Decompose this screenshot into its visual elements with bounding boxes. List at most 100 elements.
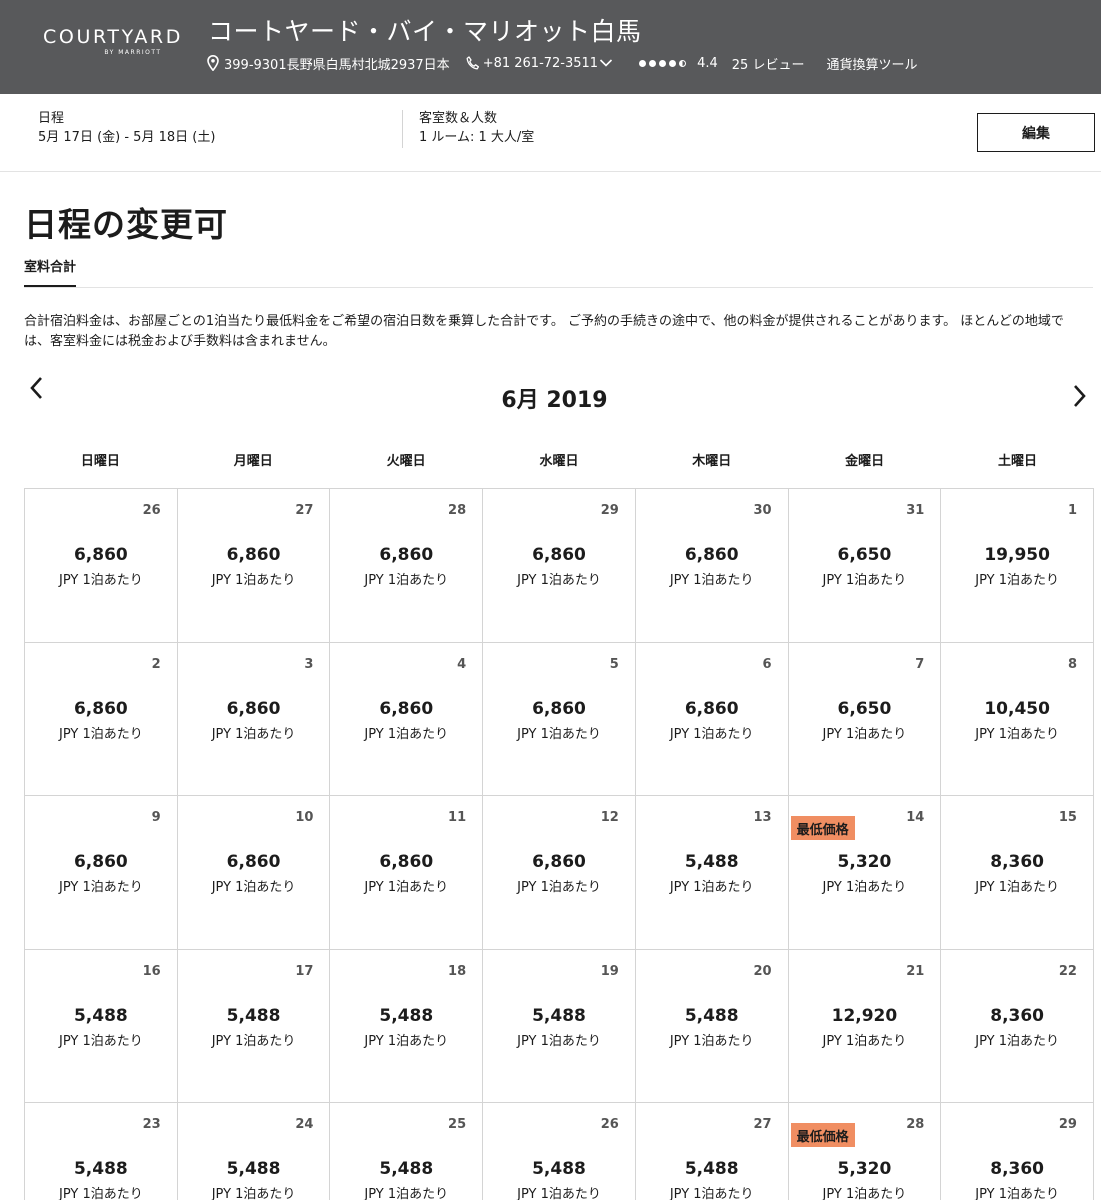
day-number: 12 (600, 810, 619, 826)
price-unit-label: JPY 1泊あたり (517, 1187, 601, 1200)
rating-value: 4.4 (697, 55, 718, 71)
day-number: 21 (906, 963, 925, 979)
day-number: 27 (295, 503, 314, 518)
price-unit-label: JPY 1泊あたり (822, 573, 907, 588)
day-number: 19 (600, 963, 619, 979)
price-unit-label: JPY 1泊あたり (58, 573, 143, 588)
calendar-day-cell[interactable]: 10 6,860 JPY 1泊あたり (177, 796, 331, 950)
calendar-day-cell[interactable]: 17 5,488 JPY 1泊あたり (177, 949, 331, 1104)
edit-button[interactable]: 編集 (977, 113, 1095, 152)
search-summary: 日程 5月 17日 (金) - 5月 18日 (土) 客室数＆人数 1 ルーム:… (0, 94, 1101, 172)
tab-underline (24, 287, 1093, 288)
nightly-price: 12,920 (831, 1005, 898, 1026)
calendar-day-cell[interactable]: 12 6,860 JPY 1泊あたり (483, 796, 636, 950)
month-title: 6月 2019 (501, 388, 608, 413)
calendar-day-cell[interactable]: 18 5,488 JPY 1泊あたり (330, 949, 484, 1104)
nightly-price: 6,860 (379, 545, 434, 565)
calendar-day-cell[interactable]: 29 8,360 JPY 1泊あたり (941, 1103, 1094, 1200)
guests-label: 客室数＆人数 (419, 111, 498, 126)
rating-half-dot-icon (679, 59, 687, 67)
price-unit-label: JPY 1泊あたり (975, 573, 1059, 588)
price-unit-label: JPY 1泊あたり (58, 1033, 143, 1049)
calendar-day-cell[interactable]: 27 5,488 JPY 1泊あたり (635, 1103, 789, 1200)
calendar-day-cell[interactable]: 5 6,860 JPY 1泊あたり (483, 642, 636, 797)
calendar-day-cell[interactable]: 23 5,488 JPY 1泊あたり (25, 1103, 178, 1200)
calendar-day-cell[interactable]: 11 6,860 JPY 1泊あたり (330, 796, 484, 950)
price-unit-label: JPY 1泊あたり (211, 1187, 296, 1200)
currency-converter-link[interactable]: 通貨換算ツール (826, 54, 917, 73)
calendar-day-cell[interactable]: 6 6,860 JPY 1泊あたり (635, 642, 789, 797)
price-unit-label: JPY 1泊あたり (822, 1187, 907, 1200)
day-number: 3 (304, 656, 314, 672)
chevron-down-icon[interactable] (599, 58, 613, 68)
nightly-price: 5,488 (226, 1159, 281, 1180)
day-number: 10 (295, 810, 314, 826)
hotel-address[interactable]: 399-9301長野県白馬村北城2937日本 (224, 54, 450, 73)
nightly-price: 5,488 (684, 1005, 739, 1026)
next-month-button[interactable] (1067, 380, 1093, 412)
calendar-day-cell[interactable]: 8 10,450 JPY 1泊あたり (941, 642, 1094, 797)
calendar-day-cell[interactable]: 30 6,860 JPY 1泊あたり (635, 489, 789, 643)
calendar-day-cell[interactable]: 29 6,860 JPY 1泊あたり (483, 489, 636, 643)
nightly-price: 8,360 (990, 852, 1045, 873)
price-unit-label: JPY 1泊あたり (364, 573, 449, 588)
tab-total-room-rate[interactable]: 室料合計 (24, 256, 77, 287)
calendar-day-cell[interactable]: 22 8,360 JPY 1泊あたり (941, 949, 1094, 1104)
calendar-day-cell[interactable]: 20 5,488 JPY 1泊あたり (635, 949, 789, 1104)
guests-value: 1 ルーム: 1 大人/室 (419, 130, 535, 145)
calendar-day-cell[interactable]: 26 5,488 JPY 1泊あたり (483, 1103, 636, 1200)
calendar-day-cell[interactable]: 最低価格 28 5,320 JPY 1泊あたり (788, 1103, 942, 1200)
price-unit-label: JPY 1泊あたり (211, 1033, 296, 1049)
weekday-thursday: 木曜日 (692, 454, 732, 469)
price-unit-label: JPY 1泊あたり (975, 1187, 1059, 1200)
calendar-day-cell[interactable]: 7 6,650 JPY 1泊あたり (788, 642, 942, 797)
nightly-price: 5,488 (684, 852, 739, 873)
nightly-price: 6,860 (226, 852, 281, 873)
weekday-sunday: 日曜日 (80, 454, 120, 469)
price-unit-label: JPY 1泊あたり (822, 726, 907, 742)
weekday-friday: 金曜日 (845, 454, 885, 469)
rating-dot-icon (639, 59, 647, 67)
calendar-day-cell[interactable]: 2 6,860 JPY 1泊あたり (25, 642, 178, 797)
calendar-day-cell[interactable]: 31 6,650 JPY 1泊あたり (788, 489, 942, 643)
calendar-day-cell[interactable]: 16 5,488 JPY 1泊あたり (25, 949, 178, 1104)
logo-subtext: BY MARRIOTT (104, 49, 162, 56)
guests-summary: 客室数＆人数 1 ルーム: 1 大人/室 (419, 109, 534, 147)
calendar-day-cell[interactable]: 1 19,950 JPY 1泊あたり (941, 489, 1094, 643)
calendar-day-cell[interactable]: 13 5,488 JPY 1泊あたり (635, 796, 789, 950)
price-unit-label: JPY 1泊あたり (975, 1033, 1059, 1049)
courtyard-logo[interactable]: COURTYARD BY MARRIOTT (38, 26, 188, 56)
calendar-day-cell[interactable]: 27 6,860 JPY 1泊あたり (177, 489, 331, 643)
calendar-day-cell[interactable]: 28 6,860 JPY 1泊あたり (330, 489, 484, 643)
reviews-link[interactable]: 25 レビュー (732, 54, 805, 73)
calendar-day-cell[interactable]: 25 5,488 JPY 1泊あたり (330, 1103, 484, 1200)
nightly-price: 5,488 (532, 1005, 586, 1026)
calendar-day-cell[interactable]: 9 6,860 JPY 1泊あたり (25, 796, 178, 950)
calendar-day-cell[interactable]: 15 8,360 JPY 1泊あたり (941, 796, 1094, 950)
day-number: 7 (915, 656, 925, 672)
day-number: 27 (753, 1117, 772, 1133)
calendar-day-cell[interactable]: 26 6,860 JPY 1泊あたり (25, 489, 178, 643)
calendar-day-cell[interactable]: 24 5,488 JPY 1泊あたり (177, 1103, 331, 1200)
day-number: 2 (151, 656, 161, 672)
nightly-price: 10,450 (984, 698, 1050, 719)
price-unit-label: JPY 1泊あたり (822, 880, 907, 896)
calendar-day-cell[interactable]: 3 6,860 JPY 1泊あたり (177, 642, 331, 797)
weekday-wednesday: 水曜日 (539, 454, 579, 469)
calendar-day-cell[interactable]: 4 6,860 JPY 1泊あたり (330, 642, 484, 797)
calendar-day-cell[interactable]: 21 12,920 JPY 1泊あたり (788, 949, 942, 1104)
day-number: 9 (151, 810, 161, 826)
calendar-day-cell[interactable]: 19 5,488 JPY 1泊あたり (483, 949, 636, 1104)
nightly-price: 6,860 (379, 698, 434, 719)
summary-divider (402, 110, 403, 148)
calendar-day-cell[interactable]: 最低価格 14 5,320 JPY 1泊あたり (788, 796, 942, 950)
nightly-price: 6,650 (837, 698, 892, 719)
rating-dot-icon (659, 59, 667, 67)
lowest-price-badge: 最低価格 (790, 1123, 855, 1148)
day-number: 4 (457, 656, 467, 672)
nightly-price: 5,488 (226, 1005, 281, 1026)
hotel-phone[interactable]: +81 261-72-3511 (483, 56, 598, 71)
day-number: 1 (1067, 503, 1077, 518)
dates-value: 5月 17日 (金) - 5月 18日 (土) (38, 130, 216, 145)
price-unit-label: JPY 1泊あたり (669, 1033, 754, 1049)
